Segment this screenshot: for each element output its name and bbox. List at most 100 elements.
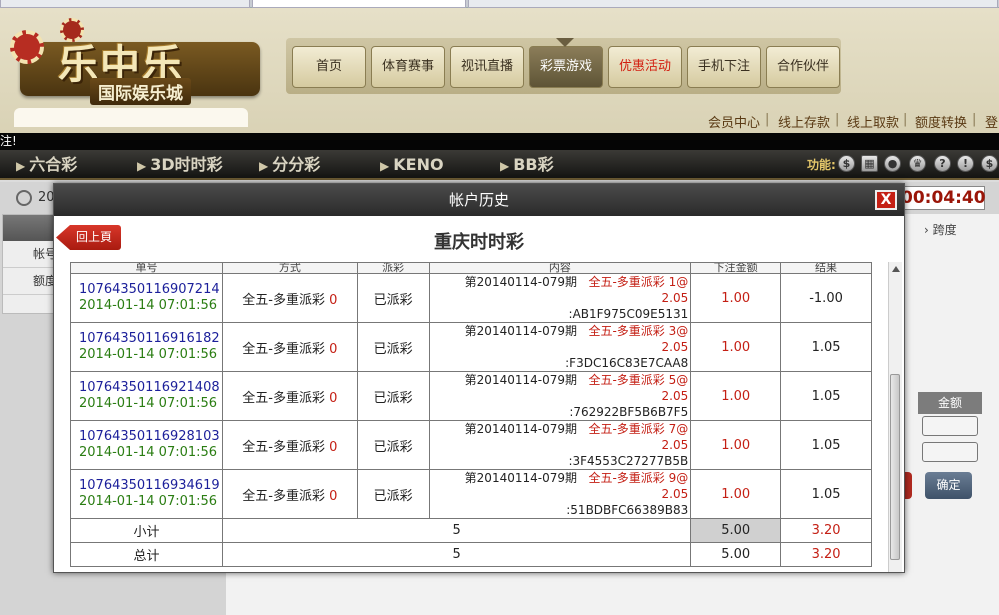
code-text: :3F4553C27277B5B	[568, 454, 689, 468]
nav-sports[interactable]: 体育赛事	[371, 46, 445, 88]
modal-heading: 重庆时时彩	[434, 232, 524, 253]
order-cell[interactable]: 10764350116921408 2014-01-14 07:01:56	[70, 371, 223, 421]
total-label: 总计	[70, 542, 223, 567]
game-tab-keno[interactable]: ▶ KENO	[380, 150, 444, 180]
order-cell[interactable]: 10764350116928103 2014-01-14 07:01:56	[70, 420, 223, 470]
method-num: 0	[329, 439, 338, 455]
period-text: 第20140114-079期	[464, 275, 577, 289]
method-num: 0	[329, 292, 338, 308]
game-tab-bb[interactable]: ▶ BB彩	[500, 150, 554, 180]
method-num: 0	[329, 390, 338, 406]
browser-tab-active[interactable]	[252, 0, 466, 8]
order-cell[interactable]: 10764350116916182 2014-01-14 07:01:56	[70, 322, 223, 372]
browser-tab-strip	[0, 0, 999, 8]
nav-mobile-bet[interactable]: 手机下注	[687, 46, 761, 88]
span-label[interactable]: › 跨度	[924, 221, 957, 238]
casino-chip-icon	[10, 30, 44, 64]
header-panel	[14, 108, 248, 127]
countdown-timer: 00:04:40	[900, 186, 986, 210]
scroll-up-icon[interactable]	[892, 266, 900, 272]
site-logo[interactable]: 乐中乐 国际娱乐城	[10, 18, 272, 110]
col-header-bet-amount: 下注金额	[690, 262, 782, 274]
status-cell: 已派彩	[356, 371, 430, 421]
shield-icon[interactable]: !	[957, 155, 974, 172]
subtotal-label: 小计	[70, 518, 223, 543]
calendar-icon[interactable]: ▦	[861, 155, 878, 172]
bet-amount-cell: 1.00	[690, 371, 782, 421]
arrow-right-icon: ▶	[380, 159, 390, 173]
total-count: 5	[221, 542, 692, 567]
nav-home[interactable]: 首页	[292, 46, 366, 88]
method-cell: 全五-多重派彩 0	[221, 273, 358, 323]
dollar-icon[interactable]: $	[981, 155, 998, 172]
col-header-payout: 派彩	[356, 262, 430, 274]
game-tab-label: 分分彩	[272, 155, 321, 174]
order-cell[interactable]: 10764350116934619 2014-01-14 07:01:56	[70, 469, 223, 519]
bet-amount-cell: 1.00	[690, 469, 782, 519]
game-tab-3d[interactable]: ▶ 3D时时彩	[137, 150, 223, 180]
result-cell: -1.00	[780, 273, 872, 323]
game-tab-minute[interactable]: ▶ 分分彩	[259, 150, 320, 180]
table-row: 10764350116916182 2014-01-14 07:01:56 全五-多…	[70, 322, 872, 372]
nav-active-indicator-icon	[556, 38, 574, 47]
help-icon[interactable]: ?	[934, 155, 951, 172]
link-transfer[interactable]: 额度转换	[915, 112, 967, 131]
order-id[interactable]: 10764350116921408	[79, 380, 222, 396]
coins-icon[interactable]: $	[838, 155, 855, 172]
game-tab-label: 六合彩	[29, 155, 78, 174]
code-text: :F3DC16C83E7CAA8	[565, 356, 689, 370]
method-text: 全五-多重派彩	[242, 439, 325, 455]
game-tab-label: BB彩	[513, 155, 554, 174]
nav-lottery[interactable]: 彩票游戏	[529, 46, 603, 88]
order-id[interactable]: 10764350116934619	[79, 478, 222, 494]
confirm-button[interactable]: 确定	[925, 472, 972, 499]
table-header-row: 单号 方式 派彩 内容 下注金额 结果	[70, 262, 872, 274]
amount-input[interactable]	[922, 416, 978, 436]
content-cell: 第20140114-079期 全五-多重派彩 7@ 2.05:3F4553C272…	[428, 420, 692, 470]
col-header-content: 内容	[428, 262, 692, 274]
order-id[interactable]: 10764350116907214	[79, 282, 222, 298]
method-text: 全五-多重派彩	[242, 341, 325, 357]
amount-input[interactable]	[922, 442, 978, 462]
link-member-center[interactable]: 会员中心	[708, 112, 760, 131]
link-separator: |	[903, 112, 908, 127]
total-row: 总计 5 5.00 3.20	[70, 542, 872, 567]
nav-promotions[interactable]: 优惠活动	[608, 46, 682, 88]
browser-tab[interactable]	[0, 0, 250, 8]
method-cell: 全五-多重派彩 0	[221, 322, 358, 372]
user-icon[interactable]: ●	[884, 155, 901, 172]
nav-live-video[interactable]: 视讯直播	[450, 46, 524, 88]
order-id[interactable]: 10764350116916182	[79, 331, 222, 347]
odds-text: 2.05	[661, 438, 689, 452]
trophy-icon[interactable]: ♛	[909, 155, 926, 172]
status-cell: 已派彩	[356, 322, 430, 372]
code-text: :762922BF5B6B7F5	[569, 405, 689, 419]
link-withdraw[interactable]: 线上取款	[847, 112, 899, 131]
total-result: 3.20	[780, 542, 872, 567]
order-time: 2014-01-14 07:01:56	[79, 396, 218, 411]
code-text: :AB1F975C09E5131	[568, 307, 689, 321]
odds-text: 2.05	[661, 291, 689, 305]
order-cell[interactable]: 10764350116907214 2014-01-14 07:01:56	[70, 273, 223, 323]
period-text: 第20140114-079期	[464, 422, 577, 436]
left-menu-account[interactable]: 帐号	[3, 241, 59, 268]
close-icon[interactable]: X	[875, 190, 897, 210]
method-cell: 全五-多重派彩 0	[221, 371, 358, 421]
col-header-result: 结果	[780, 262, 872, 274]
nav-partners[interactable]: 合作伙伴	[766, 46, 840, 88]
scrollbar-thumb[interactable]	[890, 374, 900, 560]
period-text: 第20140114-079期	[464, 373, 577, 387]
table-row: 10764350116934619 2014-01-14 07:01:56 全五-多…	[70, 469, 872, 519]
result-cell: 1.05	[780, 371, 872, 421]
amount-header: 金额	[918, 392, 982, 414]
subtotal-result: 3.20	[780, 518, 872, 543]
game-tab-mark-six[interactable]: ▶ 六合彩	[16, 150, 77, 180]
method-cell: 全五-多重派彩 0	[221, 420, 358, 470]
browser-tab[interactable]	[468, 0, 998, 8]
link-deposit[interactable]: 线上存款	[778, 112, 830, 131]
table-row: 10764350116907214 2014-01-14 07:01:56 全五-多…	[70, 273, 872, 323]
link-logout[interactable]: 登	[985, 112, 998, 131]
odds-text: 2.05	[661, 487, 689, 501]
left-menu-balance[interactable]: 额度	[3, 268, 59, 295]
order-id[interactable]: 10764350116928103	[79, 429, 222, 445]
